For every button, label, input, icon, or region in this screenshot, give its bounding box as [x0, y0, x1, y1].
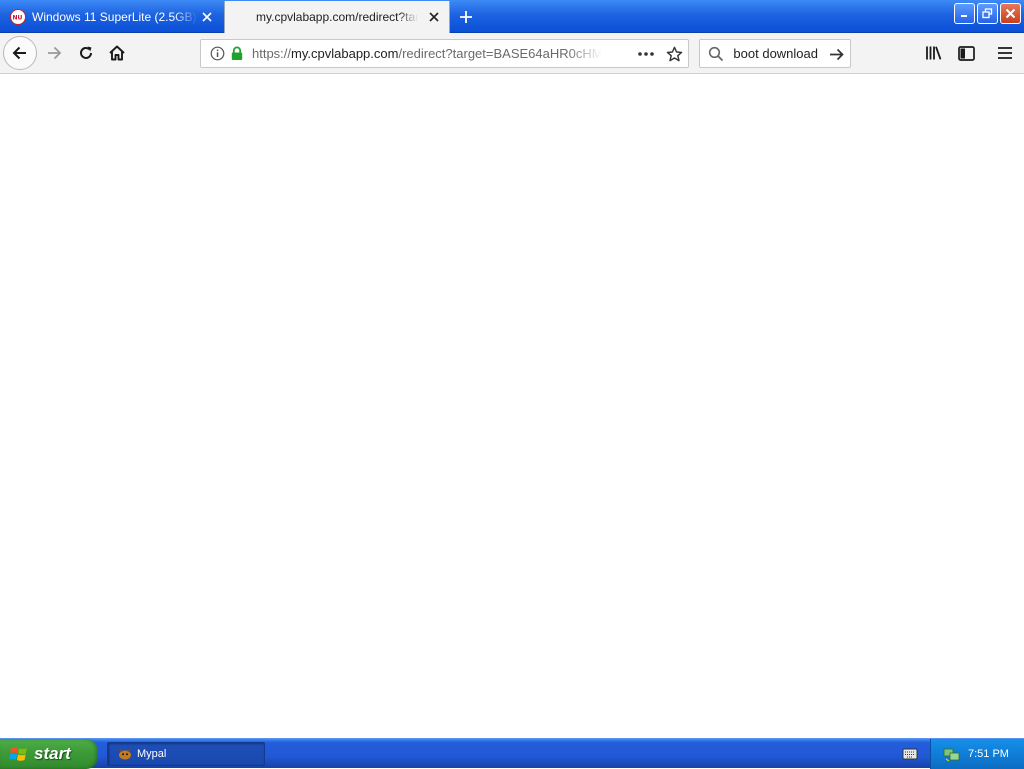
new-tab-button[interactable] [455, 6, 477, 28]
system-tray: 7:51 PM [930, 739, 1024, 769]
back-arrow-icon [12, 46, 26, 60]
taskbar-item-label: Mypal [137, 748, 167, 760]
restore-icon [982, 8, 993, 19]
address-bar[interactable]: https://my.cpvlabapp.com/redirect?target… [200, 39, 689, 68]
forward-button[interactable] [38, 37, 70, 69]
restore-button[interactable] [977, 3, 998, 24]
hamburger-menu-icon [998, 47, 1012, 59]
tab-close-icon[interactable] [427, 10, 441, 24]
info-icon[interactable] [209, 46, 225, 62]
title-bar: NU Windows 11 SuperLite (2.5GB) & N my.c… [0, 0, 1024, 33]
forward-arrow-icon [48, 46, 62, 60]
navigation-toolbar: https://my.cpvlabapp.com/redirect?target… [0, 33, 1024, 74]
start-button[interactable]: start [0, 739, 98, 769]
menu-button[interactable] [989, 37, 1021, 69]
taskbar-item-mypal[interactable]: Mypal [107, 742, 265, 766]
url-text[interactable]: https://my.cpvlabapp.com/redirect?target… [252, 46, 602, 61]
sidebar-button[interactable] [950, 37, 982, 69]
tab-cpvlab-redirect[interactable]: my.cpvlabapp.com/redirect?target [224, 1, 450, 33]
page-content[interactable] [0, 74, 1024, 738]
search-bar[interactable]: e boot download [699, 39, 851, 68]
home-button[interactable] [101, 37, 133, 69]
clock: 7:51 PM [968, 748, 1009, 760]
tab-title: my.cpvlabapp.com/redirect?target [256, 10, 418, 24]
url-path: /redirect?target=BASE64aHR0cHM6 [398, 46, 602, 61]
tab-close-icon[interactable] [200, 10, 214, 24]
close-icon [1005, 8, 1016, 19]
reload-button[interactable] [70, 37, 102, 69]
windows-logo-icon [9, 744, 29, 764]
search-icon[interactable] [708, 46, 724, 62]
reload-icon [80, 46, 92, 59]
sidebar-icon [957, 45, 975, 61]
home-icon [109, 45, 125, 61]
keyboard-icon[interactable] [901, 746, 919, 762]
plus-icon [460, 11, 472, 23]
minimize-button[interactable] [954, 3, 975, 24]
back-button[interactable] [3, 36, 37, 70]
window-controls [954, 3, 1021, 24]
more-dots-icon[interactable] [636, 46, 656, 62]
taskbar: start Mypal 7:51 PM [0, 738, 1024, 769]
red-circle-logo-icon: NU [10, 9, 26, 25]
mypal-app-icon [117, 746, 133, 762]
search-input[interactable]: e boot download [730, 46, 818, 61]
library-icon [926, 46, 942, 60]
start-label: start [34, 744, 71, 763]
lock-icon[interactable] [229, 46, 245, 62]
library-button[interactable] [918, 37, 950, 69]
tab-title: Windows 11 SuperLite (2.5GB) & N [32, 10, 198, 24]
url-host: my.cpvlabapp.com [291, 46, 399, 61]
url-scheme: https:// [252, 46, 292, 61]
svg-text:NU: NU [13, 15, 23, 22]
star-icon[interactable] [665, 45, 683, 63]
close-window-button[interactable] [1000, 3, 1021, 24]
minimize-icon [961, 15, 967, 17]
arrow-right-icon[interactable] [827, 45, 845, 63]
tab-windows-11-superlite[interactable]: NU Windows 11 SuperLite (2.5GB) & N [2, 1, 222, 33]
network-icon[interactable] [943, 746, 960, 763]
